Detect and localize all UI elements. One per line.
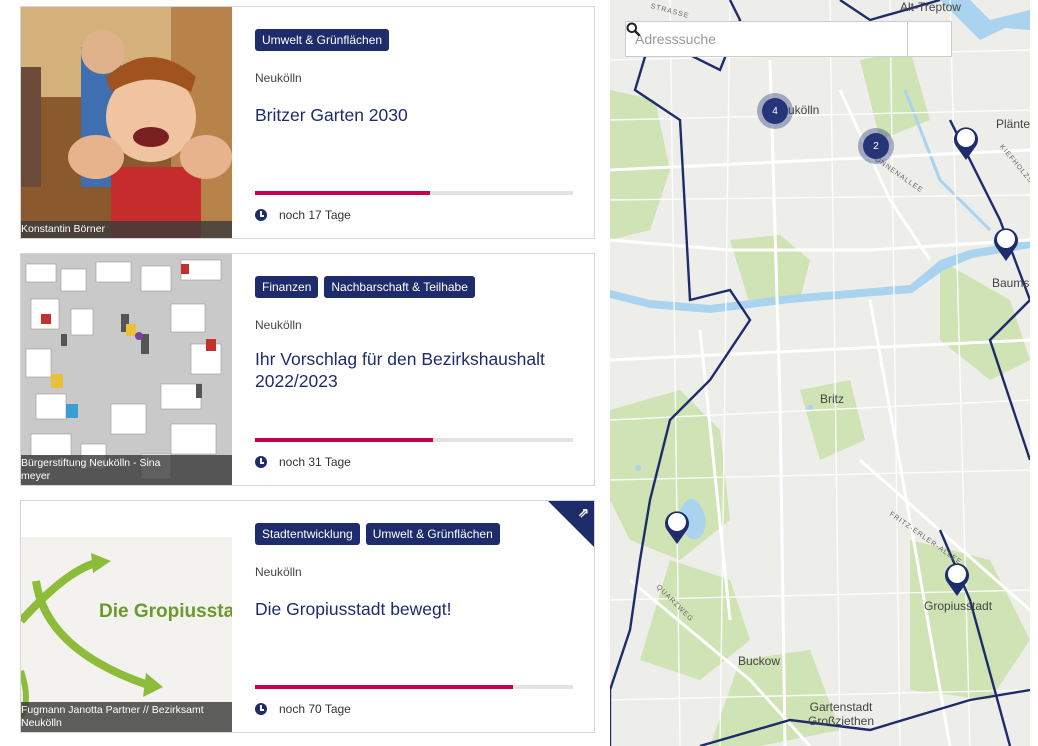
map-pin-icon[interactable] [943,562,971,598]
external-link-icon[interactable]: ⇗ [578,505,589,521]
project-image[interactable]: Bürgerstiftung Neukölln - Sina meyer [21,254,232,485]
project-title[interactable]: Die Gropiusstadt bewegt! [255,598,575,620]
map-pin-icon[interactable] [992,227,1020,263]
progress-fill [255,685,513,689]
place-label: Alt-Treptow [900,0,961,14]
tag-list: Umwelt & Grünflächen [255,29,390,51]
marker-cluster[interactable]: 2 [858,128,894,164]
map-pin-icon[interactable] [663,510,691,546]
address-search[interactable] [625,21,952,57]
tag-list: Finanzen Nachbarschaft & Teilhabe [255,276,475,298]
progress-bar [255,191,573,195]
image-caption: Die Gropiusstadt [99,601,232,622]
tag[interactable]: Umwelt & Grünflächen [365,523,500,545]
place-label: Baums [992,276,1030,290]
tag[interactable]: Nachbarschaft & Teilhabe [324,276,475,298]
tag[interactable]: Umwelt & Grünflächen [255,29,390,51]
cluster-count: 2 [863,133,889,159]
time-remaining-label: noch 31 Tage [279,455,351,469]
project-list: Konstantin Börner Umwelt & Grünflächen N… [0,0,610,746]
time-remaining-label: noch 17 Tage [279,208,351,222]
project-card[interactable]: Bürgerstiftung Neukölln - Sina meyer Fin… [20,253,595,486]
place-label: Gartenstadt Großziethen [808,700,875,728]
place-label: Gropiusstadt [924,599,993,613]
time-remaining: noch 70 Tage [255,702,351,716]
project-title[interactable]: Ihr Vorschlag für den Bezirkshaushalt 20… [255,348,575,392]
clock-icon [255,456,267,468]
magnifier-icon [626,22,640,36]
time-remaining-label: noch 70 Tage [279,702,351,716]
project-title[interactable]: Britzer Garten 2030 [255,104,575,126]
marker-cluster[interactable]: 4 [757,93,793,129]
cluster-count: 4 [762,98,788,124]
time-remaining: noch 31 Tage [255,455,351,469]
search-button[interactable] [626,22,951,56]
image-credit: Fugmann Janotta Partner // Bezirksamt Ne… [21,702,232,732]
progress-bar [255,685,573,689]
address-search-input[interactable] [626,22,907,56]
image-credit: Bürgerstiftung Neukölln - Sina meyer [21,455,232,485]
project-district: Neukölln [255,565,302,579]
clock-icon [255,209,267,221]
project-card[interactable]: Die Gropiusstadt Fugmann Janotta Partner… [20,500,595,733]
tag[interactable]: Finanzen [255,276,319,298]
map[interactable]: Alt-Treptow ukölln Plänte Baums Britz Gr… [610,0,1030,746]
clock-icon [255,703,267,715]
map-pin-icon[interactable] [952,126,980,162]
project-image[interactable]: Konstantin Börner [21,7,232,238]
project-district: Neukölln [255,71,302,85]
place-label: Britz [820,392,844,406]
place-label: Buckow [738,654,781,668]
time-remaining: noch 17 Tage [255,208,351,222]
tag-list: Stadtentwicklung Umwelt & Grünflächen [255,523,500,545]
progress-fill [255,438,434,442]
project-district: Neukölln [255,318,302,332]
project-image[interactable]: Die Gropiusstadt Fugmann Janotta Partner… [21,501,232,732]
image-credit: Konstantin Börner [21,221,232,238]
progress-fill [255,191,430,195]
place-label: Plänte [996,117,1030,131]
tag[interactable]: Stadtentwicklung [255,523,360,545]
progress-bar [255,438,573,442]
project-card[interactable]: Konstantin Börner Umwelt & Grünflächen N… [20,6,595,239]
